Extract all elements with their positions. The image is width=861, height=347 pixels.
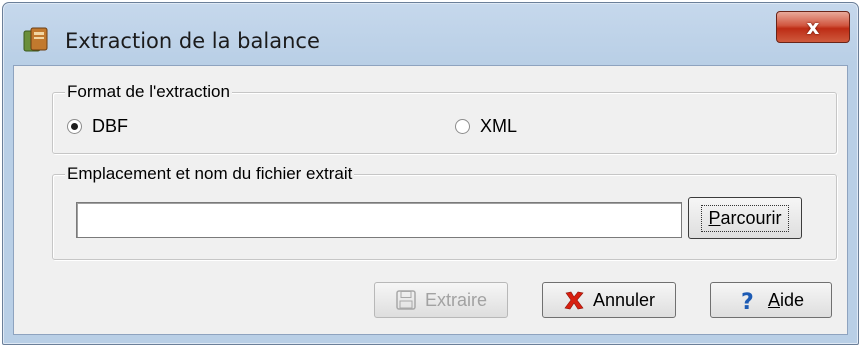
help-button[interactable]: ? Aide: [710, 282, 832, 318]
radio-xml-indicator[interactable]: [455, 119, 470, 134]
dialog-window: Extraction de la balance x Format de l'e…: [2, 2, 859, 345]
floppy-disk-icon: [396, 290, 416, 310]
radio-xml[interactable]: XML: [455, 116, 517, 137]
cancel-button[interactable]: Annuler: [542, 282, 676, 318]
radio-dbf-label: DBF: [92, 116, 128, 136]
extract-button[interactable]: Extraire: [374, 282, 508, 318]
close-icon: x: [806, 15, 820, 39]
browse-button[interactable]: Parcourir: [688, 197, 802, 239]
extract-button-label: Extraire: [424, 289, 487, 310]
format-groupbox: Format de l'extraction DBF XML: [52, 82, 837, 154]
help-button-label: Aide: [767, 289, 805, 310]
file-path-input[interactable]: [76, 202, 682, 238]
svg-text:?: ?: [741, 290, 754, 311]
dialog-body: Format de l'extraction DBF XML Emplaceme…: [13, 65, 848, 335]
window-title: Extraction de la balance: [65, 29, 320, 53]
radio-dbf[interactable]: DBF: [67, 116, 128, 137]
cancel-button-label: Annuler: [592, 289, 656, 310]
radio-dbf-indicator[interactable]: [67, 119, 82, 134]
radio-xml-label: XML: [480, 116, 518, 136]
app-icon: [23, 27, 48, 52]
cancel-x-icon: [564, 291, 584, 310]
title-bar[interactable]: Extraction de la balance x: [3, 3, 858, 65]
file-group-legend: Emplacement et nom du fichier extrait: [65, 164, 355, 184]
close-button[interactable]: x: [776, 11, 850, 43]
format-group-legend: Format de l'extraction: [65, 82, 232, 102]
browse-button-label: Parcourir: [701, 204, 789, 232]
help-question-icon: ?: [741, 290, 754, 311]
